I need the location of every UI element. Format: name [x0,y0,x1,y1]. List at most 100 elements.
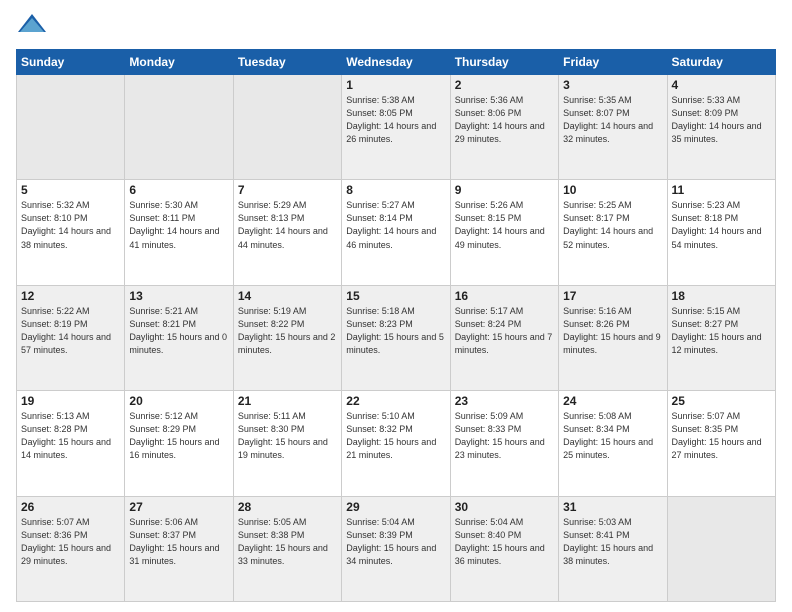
day-info: Sunrise: 5:29 AMSunset: 8:13 PMDaylight:… [238,199,337,251]
calendar-cell: 30 Sunrise: 5:04 AMSunset: 8:40 PMDayligh… [450,496,558,601]
calendar-week-5: 26 Sunrise: 5:07 AMSunset: 8:36 PMDayligh… [17,496,776,601]
calendar-cell: 15Sunrise: 5:18 AMSunset: 8:23 PMDayligh… [342,285,450,390]
day-info: Sunrise: 5:03 AMSunset: 8:41 PMDaylight:… [563,516,662,568]
calendar-week-3: 12 Sunrise: 5:22 AMSunset: 8:19 PMDayligh… [17,285,776,390]
weekday-thursday: Thursday [450,50,558,75]
day-info: Sunrise: 5:06 AMSunset: 8:37 PMDaylight:… [129,516,228,568]
calendar-cell: 31 Sunrise: 5:03 AMSunset: 8:41 PMDayligh… [559,496,667,601]
day-number: 31 [563,500,662,514]
weekday-tuesday: Tuesday [233,50,341,75]
calendar-cell: 14 Sunrise: 5:19 AMSunset: 8:22 PMDayligh… [233,285,341,390]
calendar-cell: 19 Sunrise: 5:13 AMSunset: 8:28 PMDayligh… [17,391,125,496]
day-number: 30 [455,500,554,514]
calendar-table: SundayMondayTuesdayWednesdayThursdayFrid… [16,49,776,602]
day-number: 29 [346,500,445,514]
day-info: Sunrise: 5:33 AMSunset: 8:09 PMDaylight:… [672,94,771,146]
calendar-cell: 23 Sunrise: 5:09 AMSunset: 8:33 PMDayligh… [450,391,558,496]
day-number: 13 [129,289,228,303]
day-info: Sunrise: 5:10 AMSunset: 8:32 PMDaylight:… [346,410,445,462]
calendar-cell [667,496,775,601]
day-info: Sunrise: 5:09 AMSunset: 8:33 PMDaylight:… [455,410,554,462]
calendar-cell: 28 Sunrise: 5:05 AMSunset: 8:38 PMDayligh… [233,496,341,601]
calendar-cell: 25Sunrise: 5:07 AMSunset: 8:35 PMDayligh… [667,391,775,496]
calendar-cell: 11 Sunrise: 5:23 AMSunset: 8:18 PMDayligh… [667,180,775,285]
calendar-cell: 27Sunrise: 5:06 AMSunset: 8:37 PMDayligh… [125,496,233,601]
day-info: Sunrise: 5:26 AMSunset: 8:15 PMDaylight:… [455,199,554,251]
day-number: 16 [455,289,554,303]
weekday-saturday: Saturday [667,50,775,75]
day-info: Sunrise: 5:15 AMSunset: 8:27 PMDaylight:… [672,305,771,357]
day-number: 10 [563,183,662,197]
logo-icon [16,12,48,41]
day-number: 14 [238,289,337,303]
calendar-cell [17,75,125,180]
calendar-cell: 21Sunrise: 5:11 AMSunset: 8:30 PMDayligh… [233,391,341,496]
weekday-monday: Monday [125,50,233,75]
day-number: 5 [21,183,120,197]
calendar-week-4: 19 Sunrise: 5:13 AMSunset: 8:28 PMDayligh… [17,391,776,496]
day-number: 28 [238,500,337,514]
day-number: 17 [563,289,662,303]
day-info: Sunrise: 5:36 AMSunset: 8:06 PMDaylight:… [455,94,554,146]
day-number: 9 [455,183,554,197]
calendar-cell: 22Sunrise: 5:10 AMSunset: 8:32 PMDayligh… [342,391,450,496]
day-info: Sunrise: 5:32 AMSunset: 8:10 PMDaylight:… [21,199,120,251]
calendar-cell: 7 Sunrise: 5:29 AMSunset: 8:13 PMDaylight… [233,180,341,285]
day-number: 24 [563,394,662,408]
calendar-cell: 20 Sunrise: 5:12 AMSunset: 8:29 PMDayligh… [125,391,233,496]
calendar-cell: 24Sunrise: 5:08 AMSunset: 8:34 PMDayligh… [559,391,667,496]
day-info: Sunrise: 5:38 AMSunset: 8:05 PMDaylight:… [346,94,445,146]
day-number: 11 [672,183,771,197]
day-number: 15 [346,289,445,303]
page: SundayMondayTuesdayWednesdayThursdayFrid… [0,0,792,612]
calendar-cell: 29 Sunrise: 5:04 AMSunset: 8:39 PMDayligh… [342,496,450,601]
day-number: 19 [21,394,120,408]
day-info: Sunrise: 5:07 AMSunset: 8:35 PMDaylight:… [672,410,771,462]
day-info: Sunrise: 5:19 AMSunset: 8:22 PMDaylight:… [238,305,337,357]
day-number: 4 [672,78,771,92]
day-info: Sunrise: 5:22 AMSunset: 8:19 PMDaylight:… [21,305,120,357]
calendar-cell [125,75,233,180]
calendar-cell: 26 Sunrise: 5:07 AMSunset: 8:36 PMDayligh… [17,496,125,601]
calendar-cell: 5 Sunrise: 5:32 AMSunset: 8:10 PMDaylight… [17,180,125,285]
day-info: Sunrise: 5:13 AMSunset: 8:28 PMDaylight:… [21,410,120,462]
calendar-cell: 18 Sunrise: 5:15 AMSunset: 8:27 PMDayligh… [667,285,775,390]
calendar-cell [233,75,341,180]
header [16,12,776,41]
day-info: Sunrise: 5:04 AMSunset: 8:40 PMDaylight:… [455,516,554,568]
day-number: 20 [129,394,228,408]
day-info: Sunrise: 5:27 AMSunset: 8:14 PMDaylight:… [346,199,445,251]
calendar-cell: 17 Sunrise: 5:16 AMSunset: 8:26 PMDayligh… [559,285,667,390]
day-number: 21 [238,394,337,408]
day-info: Sunrise: 5:17 AMSunset: 8:24 PMDaylight:… [455,305,554,357]
day-number: 18 [672,289,771,303]
calendar-cell: 12 Sunrise: 5:22 AMSunset: 8:19 PMDayligh… [17,285,125,390]
calendar-cell: 4 Sunrise: 5:33 AMSunset: 8:09 PMDaylight… [667,75,775,180]
day-number: 7 [238,183,337,197]
weekday-friday: Friday [559,50,667,75]
calendar-cell: 8 Sunrise: 5:27 AMSunset: 8:14 PMDaylight… [342,180,450,285]
day-info: Sunrise: 5:35 AMSunset: 8:07 PMDaylight:… [563,94,662,146]
day-info: Sunrise: 5:12 AMSunset: 8:29 PMDaylight:… [129,410,228,462]
calendar-cell: 10 Sunrise: 5:25 AMSunset: 8:17 PMDayligh… [559,180,667,285]
day-number: 6 [129,183,228,197]
day-info: Sunrise: 5:30 AMSunset: 8:11 PMDaylight:… [129,199,228,251]
calendar-cell: 6 Sunrise: 5:30 AMSunset: 8:11 PMDaylight… [125,180,233,285]
calendar-week-1: 1 Sunrise: 5:38 AMSunset: 8:05 PMDaylight… [17,75,776,180]
day-number: 1 [346,78,445,92]
day-number: 23 [455,394,554,408]
day-number: 26 [21,500,120,514]
day-number: 12 [21,289,120,303]
day-info: Sunrise: 5:07 AMSunset: 8:36 PMDaylight:… [21,516,120,568]
calendar-cell: 13 Sunrise: 5:21 AMSunset: 8:21 PMDayligh… [125,285,233,390]
day-info: Sunrise: 5:16 AMSunset: 8:26 PMDaylight:… [563,305,662,357]
calendar-cell: 16 Sunrise: 5:17 AMSunset: 8:24 PMDayligh… [450,285,558,390]
day-info: Sunrise: 5:21 AMSunset: 8:21 PMDaylight:… [129,305,228,357]
day-number: 3 [563,78,662,92]
day-info: Sunrise: 5:05 AMSunset: 8:38 PMDaylight:… [238,516,337,568]
day-info: Sunrise: 5:23 AMSunset: 8:18 PMDaylight:… [672,199,771,251]
day-info: Sunrise: 5:04 AMSunset: 8:39 PMDaylight:… [346,516,445,568]
weekday-sunday: Sunday [17,50,125,75]
day-info: Sunrise: 5:25 AMSunset: 8:17 PMDaylight:… [563,199,662,251]
day-number: 8 [346,183,445,197]
